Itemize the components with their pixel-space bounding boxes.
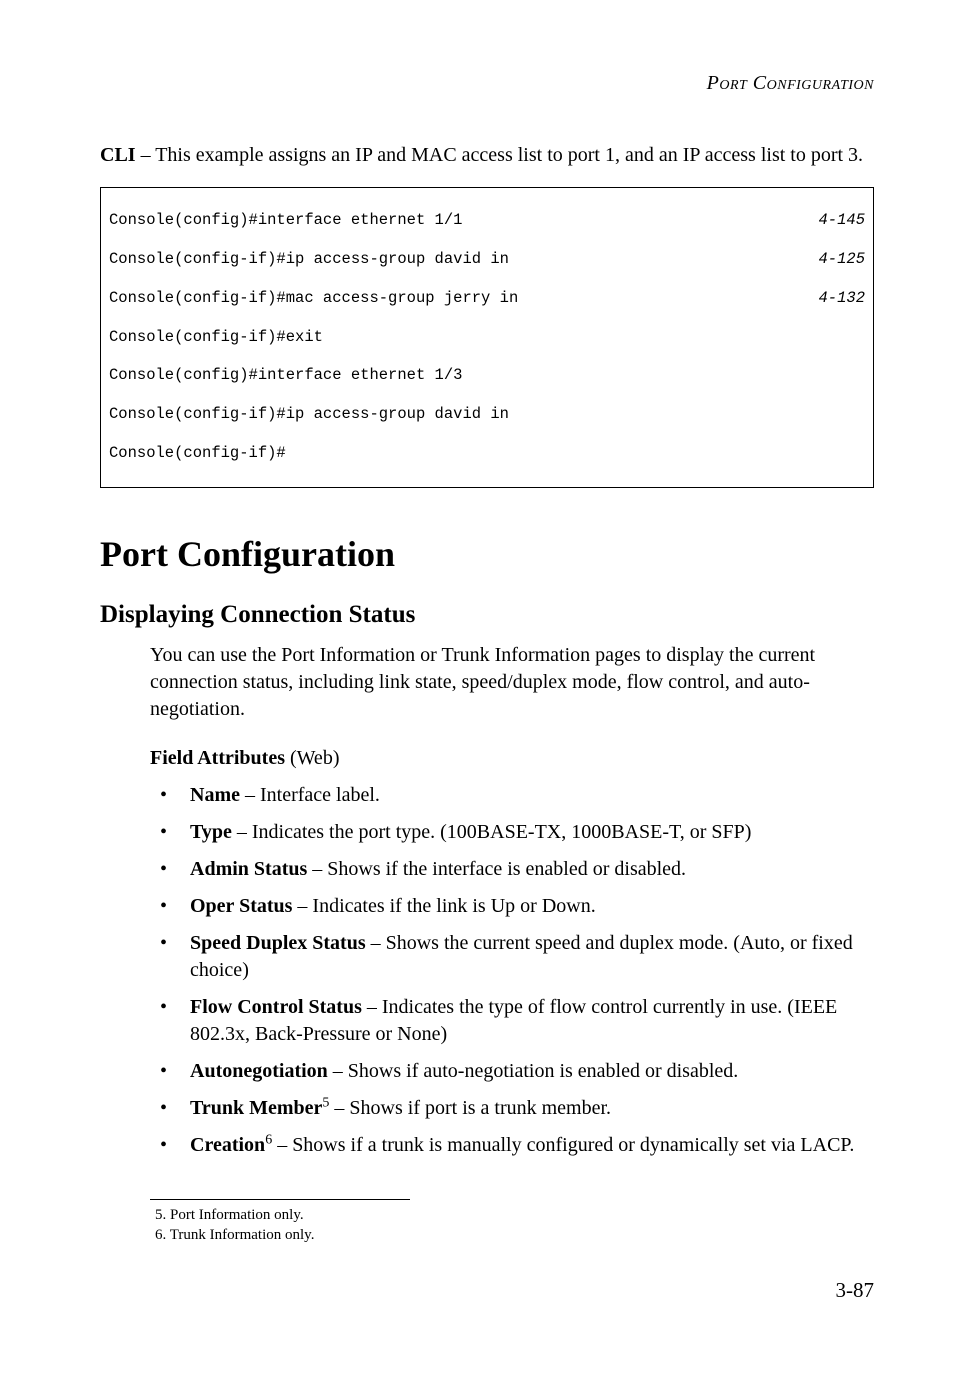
bullet-desc: – Interface label. [240,784,380,806]
field-attributes-label: Field Attributes [150,747,285,769]
bullet-desc: – Shows if a trunk is manually configure… [272,1134,854,1156]
bullet-term: Creation [190,1134,265,1156]
bullet-term: Oper Status [190,895,292,917]
bullet-desc: – Shows if port is a trunk member. [329,1097,611,1119]
code-line: Console(config-if)#mac access-group jerr… [109,289,518,308]
list-item: Admin Status – Shows if the interface is… [150,856,874,883]
bullet-term: Trunk Member [190,1097,322,1119]
footnote: 5. Port Information only. [155,1206,874,1226]
lead-prefix: CLI [100,144,136,166]
list-item: Flow Control Status – Indicates the type… [150,994,874,1048]
bullet-desc: – Indicates if the link is Up or Down. [292,895,595,917]
code-line: Console(config)#interface ethernet 1/3 [109,366,462,385]
bullet-term: Type [190,821,232,843]
code-line: Console(config)#interface ethernet 1/1 [109,211,462,230]
code-ref: 4-145 [818,211,865,230]
bullet-term: Autonegotiation [190,1060,328,1082]
footnotes: 5. Port Information only. 6. Trunk Infor… [155,1206,874,1246]
field-attributes-suffix: (Web) [285,747,339,769]
list-item: Creation6 – Shows if a trunk is manually… [150,1132,874,1159]
bullet-list: Name – Interface label. Type – Indicates… [150,782,874,1159]
section-heading: Port Configuration [100,530,874,579]
list-item: Type – Indicates the port type. (100BASE… [150,819,874,846]
bullet-desc: – Shows if auto-negotiation is enabled o… [328,1060,738,1082]
bullet-desc: – Shows if the interface is enabled or d… [307,858,686,880]
footnote: 6. Trunk Information only. [155,1226,874,1246]
footnote-rule [150,1199,410,1200]
code-line: Console(config-if)#ip access-group david… [109,250,509,269]
bullet-term: Admin Status [190,858,307,880]
bullet-desc: – Indicates the port type. (100BASE-TX, … [232,821,752,843]
bullet-term: Speed Duplex Status [190,932,366,954]
list-item: Autonegotiation – Shows if auto-negotiat… [150,1058,874,1085]
bullet-term: Flow Control Status [190,996,362,1018]
subsection-heading: Displaying Connection Status [100,598,874,632]
code-line: Console(config-if)# [109,444,286,463]
code-ref: 4-125 [818,250,865,269]
list-item: Oper Status – Indicates if the link is U… [150,893,874,920]
list-item: Speed Duplex Status – Shows the current … [150,930,874,984]
intro-paragraph: You can use the Port Information or Trun… [150,642,874,723]
page-number: 3-87 [100,1276,874,1304]
code-block: Console(config)#interface ethernet 1/1 4-… [100,187,874,488]
list-item: Trunk Member5 – Shows if port is a trunk… [150,1095,874,1122]
list-item: Name – Interface label. [150,782,874,809]
lead-paragraph: CLI – This example assigns an IP and MAC… [100,142,874,169]
bullet-term: Name [190,784,240,806]
code-line: Console(config-if)#exit [109,328,323,347]
code-ref: 4-132 [818,289,865,308]
running-header: Port Configuration [100,70,874,97]
code-line: Console(config-if)#ip access-group david… [109,405,509,424]
field-attributes-heading: Field Attributes (Web) [150,745,874,772]
lead-text: – This example assigns an IP and MAC acc… [136,144,863,166]
